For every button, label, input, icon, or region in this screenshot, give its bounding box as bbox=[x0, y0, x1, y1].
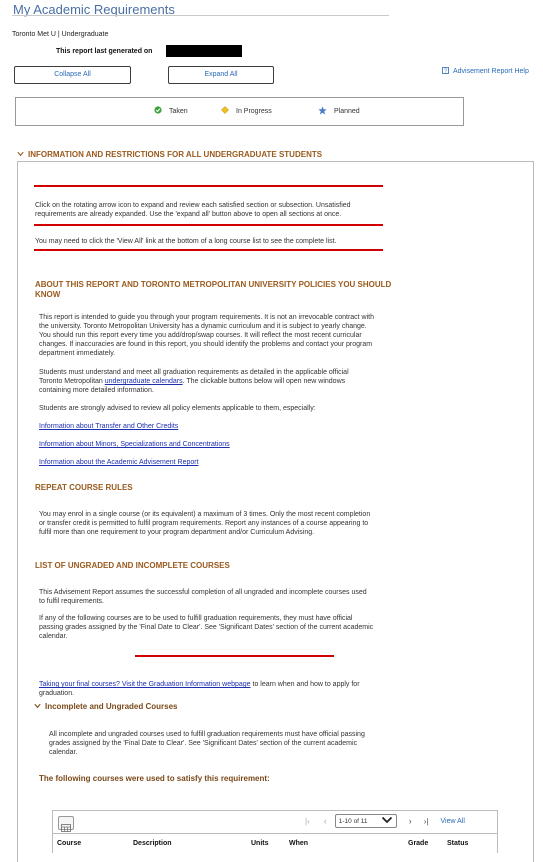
minors-specializations-link[interactable]: Information about Minors, Specialization… bbox=[39, 440, 230, 449]
col-grade: Grade bbox=[408, 840, 429, 847]
about-paragraph-2: Students must understand and meet all gr… bbox=[39, 368, 354, 395]
alert-line-top bbox=[34, 185, 383, 187]
expand-all-button[interactable]: Expand All bbox=[168, 66, 274, 84]
graduation-info: Taking your final courses? Visit the Gra… bbox=[39, 680, 379, 698]
col-description: Description bbox=[133, 840, 172, 847]
checkmark-icon bbox=[154, 106, 162, 116]
dropdown-chevron-icon bbox=[381, 816, 393, 826]
legend-in-progress-label: In Progress bbox=[236, 107, 272, 115]
table-pager: |‹ ‹ 1-10 of 11 › ›| View All bbox=[305, 814, 465, 828]
section-header-info-restrictions[interactable]: INFORMATION AND RESTRICTIONS FOR ALL UND… bbox=[17, 150, 322, 159]
incomplete-subsection-title: Incomplete and Ungraded Courses bbox=[45, 702, 178, 711]
alert-line-middle bbox=[34, 224, 383, 226]
legend-in-progress: In Progress bbox=[221, 106, 272, 116]
institution-label: Toronto Met U | Undergraduate bbox=[12, 31, 109, 38]
star-icon bbox=[318, 106, 327, 117]
advisement-report-info-link[interactable]: Information about the Academic Advisemen… bbox=[39, 458, 199, 467]
about-heading: ABOUT THIS REPORT AND TORONTO METROPOLIT… bbox=[35, 280, 392, 299]
col-status: Status bbox=[447, 840, 469, 847]
about-paragraph-1: This report is intended to guide you thr… bbox=[39, 314, 375, 357]
alert-line-graduation bbox=[135, 655, 334, 657]
alert-line-bottom bbox=[34, 249, 383, 251]
ungraded-paragraph-1: This Advisement Report assumes the succe… bbox=[39, 589, 367, 605]
ungraded-paragraph-2: If any of the following courses are to b… bbox=[39, 615, 374, 640]
notice-expand: Click on the rotating arrow icon to expa… bbox=[35, 202, 351, 218]
graduation-webpage-link[interactable]: Taking your final courses? Visit the Gra… bbox=[39, 681, 251, 688]
help-label: Advisement Report Help bbox=[453, 68, 529, 75]
report-generated-label: This report last generated on bbox=[56, 48, 153, 55]
prev-page-icon[interactable]: ‹ bbox=[324, 816, 327, 826]
next-page-icon[interactable]: › bbox=[409, 816, 412, 826]
help-icon: ? bbox=[442, 67, 449, 76]
page-range-value: 1-10 of 11 bbox=[338, 817, 368, 825]
last-page-icon[interactable]: ›| bbox=[424, 817, 429, 826]
collapse-all-button[interactable]: Collapse All bbox=[14, 66, 131, 84]
ungraded-heading: LIST OF UNGRADED AND INCOMPLETE COURSES bbox=[35, 561, 230, 570]
title-divider bbox=[12, 15, 389, 16]
about-paragraph-3: Students are strongly advised to review … bbox=[39, 405, 316, 412]
notice-view-all: You may need to click the 'View All' lin… bbox=[35, 238, 337, 245]
incomplete-subsection-header[interactable]: Incomplete and Ungraded Courses bbox=[34, 702, 177, 711]
legend-taken-label: Taken bbox=[169, 107, 188, 115]
view-all-link[interactable]: View All bbox=[441, 818, 465, 825]
undergraduate-calendars-link[interactable]: undergraduate calendars bbox=[105, 378, 183, 385]
first-page-icon[interactable]: |‹ bbox=[305, 817, 310, 826]
svg-text:?: ? bbox=[444, 69, 447, 74]
course-table: |‹ ‹ 1-10 of 11 › ›| View All Course Des… bbox=[52, 810, 498, 853]
diamond-icon bbox=[221, 106, 229, 116]
legend-planned-label: Planned bbox=[334, 108, 360, 115]
legend-taken: Taken bbox=[154, 106, 188, 116]
courses-used-heading: The following courses were used to satis… bbox=[39, 774, 270, 783]
chevron-down-icon bbox=[34, 702, 41, 711]
transfer-credits-link[interactable]: Information about Transfer and Other Cre… bbox=[39, 422, 178, 431]
page-range-select[interactable]: 1-10 of 11 bbox=[334, 814, 397, 828]
repeat-rules-heading: REPEAT COURSE RULES bbox=[35, 483, 133, 492]
col-when: When bbox=[289, 840, 309, 847]
repeat-rules-paragraph: You may enrol in a single course (or its… bbox=[39, 511, 371, 536]
redacted-date bbox=[166, 45, 242, 57]
incomplete-paragraph: All incomplete and ungraded courses used… bbox=[49, 731, 365, 756]
section-title: INFORMATION AND RESTRICTIONS FOR ALL UND… bbox=[28, 150, 323, 159]
col-course: Course bbox=[57, 840, 82, 847]
status-legend: Taken In Progress Planned bbox=[15, 97, 464, 126]
legend-planned: Planned bbox=[318, 106, 360, 117]
table-header-row: Course Description Units When Grade Stat… bbox=[53, 834, 497, 853]
chevron-down-icon bbox=[17, 150, 24, 159]
col-units: Units bbox=[251, 840, 269, 847]
advisement-help-link[interactable]: ? Advisement Report Help bbox=[442, 67, 529, 76]
grid-settings-button[interactable] bbox=[58, 816, 74, 832]
